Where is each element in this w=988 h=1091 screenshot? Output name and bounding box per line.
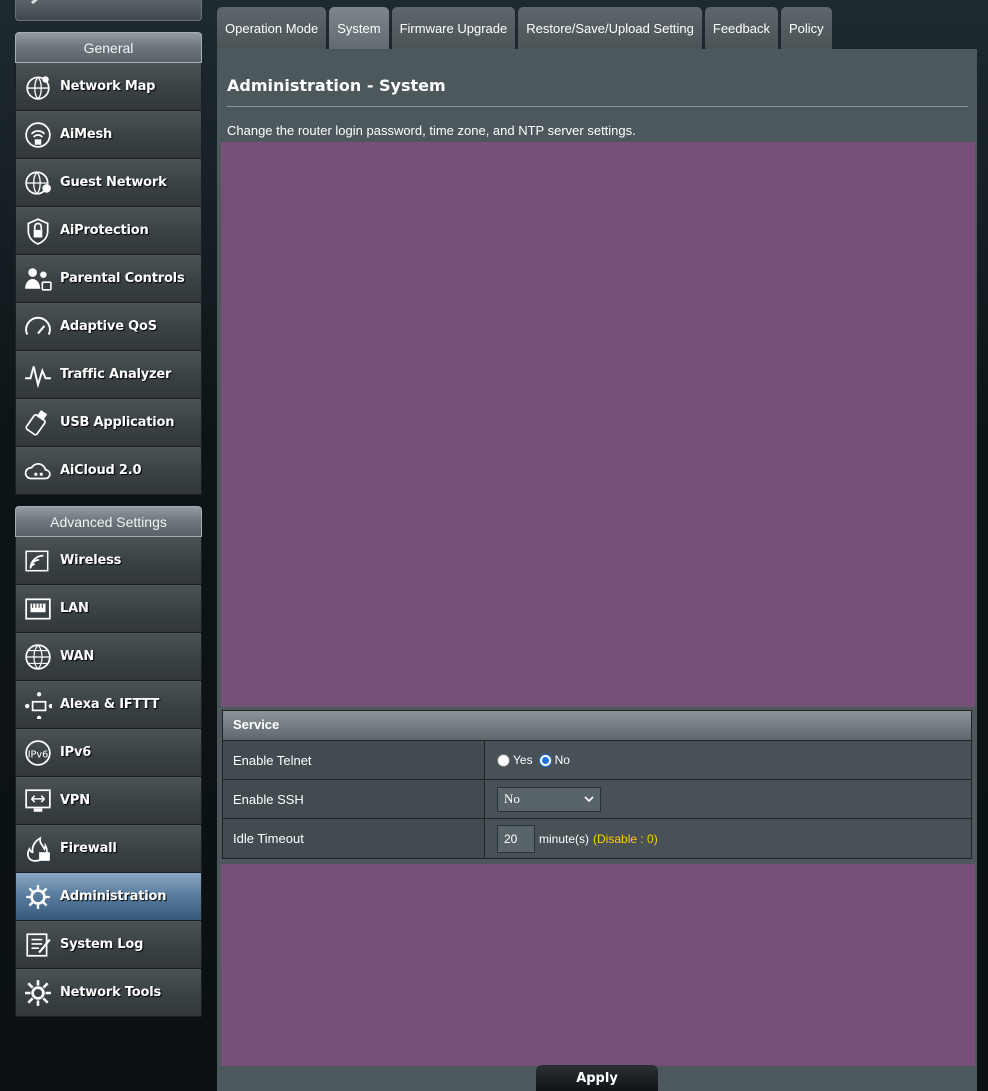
sidebar-item-label: Adaptive QoS (60, 319, 157, 334)
network-map-icon (16, 63, 60, 111)
sidebar-item-aiprotection[interactable]: AiProtection (15, 207, 202, 255)
network-tools-icon (16, 969, 60, 1017)
sidebar-item-label: AiProtection (60, 223, 149, 238)
sidebar-item-label: AiCloud 2.0 (60, 463, 142, 478)
main-panel: Administration - System Change the route… (217, 49, 977, 1091)
idle-timeout-row: Idle Timeout 20 minute(s) (Disable : 0) (223, 819, 971, 858)
administration-icon (16, 873, 60, 921)
page-title: Administration - System (227, 76, 446, 95)
service-table: Service Enable Telnet Yes No Enable SSH … (222, 710, 972, 859)
telnet-no-radio[interactable] (538, 753, 552, 767)
sidebar-item-firewall[interactable]: Firewall (15, 825, 202, 873)
tab-feedback[interactable]: Feedback (704, 7, 778, 49)
sidebar-item-label: Wireless (60, 553, 122, 568)
tab-restore-save-upload-setting[interactable]: Restore/Save/Upload Setting (518, 7, 702, 49)
usb-application-icon (16, 399, 60, 447)
sidebar-item-label: VPN (60, 793, 90, 808)
sidebar-item-administration[interactable]: Administration (15, 873, 202, 921)
sidebar-item-label: System Log (60, 937, 144, 952)
sidebar-item-vpn[interactable]: VPN (15, 777, 202, 825)
content-area-top (221, 142, 975, 707)
sidebar-item-label: Network Tools (60, 985, 162, 1000)
ssh-row: Enable SSH No (223, 780, 971, 819)
traffic-analyzer-icon (16, 351, 60, 399)
content-area-bottom (221, 864, 975, 1066)
aiprotection-icon (16, 207, 60, 255)
firewall-icon (16, 825, 60, 873)
system-log-icon (16, 921, 60, 969)
sidebar-item-label: Administration (60, 889, 167, 904)
sidebar-item-label: IPv6 (60, 745, 92, 760)
tab-operation-mode[interactable]: Operation Mode (217, 7, 327, 49)
sidebar-item-adaptive-qos[interactable]: Adaptive QoS (15, 303, 202, 351)
title-divider (227, 106, 968, 107)
sidebar-advanced-group: Advanced Settings Wireless LAN WAN Alexa & … (15, 506, 202, 1017)
page-description: Change the router login password, time z… (227, 123, 636, 138)
sidebar-item-label: WAN (60, 649, 95, 664)
sidebar-item-label: Traffic Analyzer (60, 367, 172, 382)
vpn-icon (16, 777, 60, 825)
sidebar-item-label: Firewall (60, 841, 117, 856)
sidebar-item-network-map[interactable]: Network Map (15, 63, 202, 111)
telnet-yes-radio[interactable] (497, 753, 510, 767)
wan-icon (16, 633, 60, 681)
sidebar-item-lan[interactable]: LAN (15, 585, 202, 633)
sidebar-item-label: LAN (60, 601, 89, 616)
telnet-yes-label[interactable]: Yes (513, 753, 533, 767)
service-header: Service (223, 711, 971, 741)
lan-icon (16, 585, 60, 633)
sidebar-item-usb-application[interactable]: USB Application (15, 399, 202, 447)
tab-firmware-upgrade[interactable]: Firmware Upgrade (391, 7, 516, 49)
sidebar-item-label: AiMesh (60, 127, 113, 142)
sidebar-item-aicloud-2-0[interactable]: AiCloud 2.0 (15, 447, 202, 495)
aicloud-icon (16, 447, 60, 495)
sidebar-item-label: Parental Controls (60, 271, 185, 286)
guest-network-icon (16, 159, 60, 207)
sidebar-item-aimesh[interactable]: AiMesh (15, 111, 202, 159)
sidebar-item-system-log[interactable]: System Log (15, 921, 202, 969)
sidebar-item-label: Guest Network (60, 175, 167, 190)
sidebar-item-wan[interactable]: WAN (15, 633, 202, 681)
svg-text:IPv6: IPv6 (28, 749, 49, 760)
idle-timeout-label: Idle Timeout (223, 819, 485, 858)
telnet-label: Enable Telnet (223, 741, 485, 779)
sidebar-item-network-tools[interactable]: Network Tools (15, 969, 202, 1017)
search-icon (31, 0, 38, 5)
sidebar-item-wireless[interactable]: Wireless (15, 537, 202, 585)
ssh-select-value: No (504, 791, 520, 806)
telnet-row: Enable Telnet Yes No (223, 741, 971, 780)
wireless-icon (16, 537, 60, 585)
sidebar-top-stub[interactable] (15, 0, 202, 21)
ssh-label: Enable SSH (223, 780, 485, 818)
sidebar-item-ipv6[interactable]: IPv6 IPv6 (15, 729, 202, 777)
alexa-ifttt-icon (16, 681, 60, 729)
telnet-no-label[interactable]: No (555, 753, 570, 767)
sidebar-item-guest-network[interactable]: Guest Network (15, 159, 202, 207)
chevron-down-icon (584, 796, 594, 803)
sidebar-item-label: USB Application (60, 415, 175, 430)
ipv6-icon: IPv6 (16, 729, 60, 777)
sidebar-item-parental-controls[interactable]: Parental Controls (15, 255, 202, 303)
idle-timeout-hint: (Disable : 0) (593, 831, 658, 846)
tab-system[interactable]: System (329, 7, 389, 49)
sidebar-item-label: Alexa & IFTTT (60, 697, 160, 712)
sidebar-advanced-header: Advanced Settings (15, 506, 202, 537)
sidebar-item-label: Network Map (60, 79, 156, 94)
tab-bar: Operation Mode System Firmware Upgrade Rest… (217, 7, 832, 49)
parental-controls-icon (16, 255, 60, 303)
apply-button[interactable]: Apply (536, 1065, 658, 1091)
sidebar-item-traffic-analyzer[interactable]: Traffic Analyzer (15, 351, 202, 399)
aimesh-icon (16, 111, 60, 159)
idle-timeout-unit: minute(s) (539, 831, 590, 846)
sidebar-item-alexa-ifttt[interactable]: Alexa & IFTTT (15, 681, 202, 729)
sidebar-general-group: General Network Map AiMesh Guest Network Ai… (15, 32, 202, 495)
adaptive-qos-icon (16, 303, 60, 351)
sidebar-general-header: General (15, 32, 202, 63)
tab-policy[interactable]: Policy (780, 7, 832, 49)
idle-timeout-input[interactable]: 20 (497, 824, 535, 853)
ssh-select[interactable]: No (497, 786, 601, 812)
